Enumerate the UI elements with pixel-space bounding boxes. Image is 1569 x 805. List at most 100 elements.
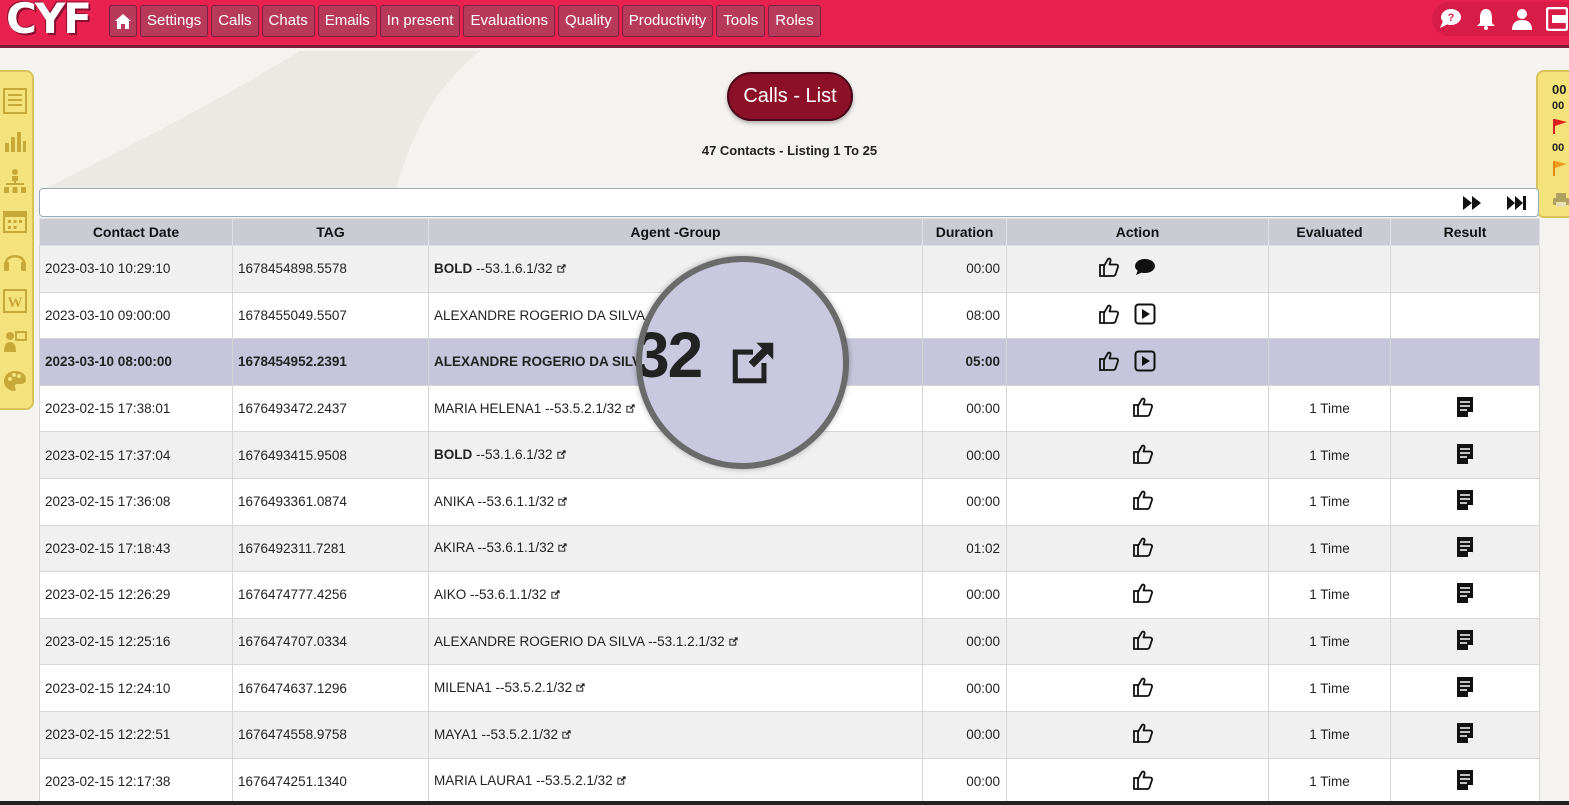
thumbs-up-icon[interactable] (1132, 630, 1154, 650)
cell-result (1390, 710, 1540, 759)
document-icon[interactable] (1456, 629, 1474, 654)
org-chart-icon[interactable] (2, 166, 28, 195)
thumbs-up-icon[interactable] (1132, 583, 1154, 604)
table-row[interactable]: 2023-02-15 17:18:43 1676492311.7281 AKIRA … (39, 524, 1540, 573)
cell-tag: 1676474558.9758 (232, 710, 429, 759)
thumbs-up-icon[interactable] (1098, 304, 1120, 325)
headset-icon[interactable] (2, 246, 28, 275)
table-row[interactable]: 2023-02-15 12:22:51 1676474558.9758 MAYA1 … (39, 710, 1540, 759)
cell-action (1006, 245, 1269, 293)
cell-result (1390, 291, 1540, 340)
red-flag-icon[interactable] (1552, 118, 1568, 134)
nav-evaluations[interactable]: Evaluations (463, 5, 556, 37)
agent-group: --53.5.2.1/32 (491, 680, 573, 696)
external-link-icon[interactable] (556, 262, 567, 277)
col-header-agent[interactable]: Agent -Group (428, 218, 923, 246)
cell-duration: 00:00 (922, 757, 1007, 805)
listing-info: 47 Contacts - Listing 1 To 25 (701, 143, 878, 158)
document-icon[interactable] (1456, 676, 1474, 701)
nav-quality[interactable]: Quality (558, 5, 619, 37)
nav-calls[interactable]: Calls (211, 5, 259, 37)
left-sidebar: W (0, 70, 34, 410)
thumbs-up-icon[interactable] (1132, 723, 1154, 744)
document-icon[interactable] (1456, 489, 1474, 514)
agent-group: --53.6.1.1/32 (473, 493, 555, 509)
cell-tag: 1676493415.9508 (232, 431, 429, 479)
nav-emails[interactable]: Emails (317, 5, 377, 37)
nav-chats[interactable]: Chats (261, 5, 315, 37)
list-icon[interactable] (2, 86, 28, 115)
nav-tools[interactable]: Tools (716, 5, 766, 37)
cell-action (1006, 291, 1269, 340)
thumbs-up-icon[interactable] (1132, 397, 1154, 417)
user-icon[interactable] (1510, 7, 1534, 31)
cell-action (1006, 431, 1269, 479)
external-link-icon[interactable] (561, 728, 572, 743)
table-row[interactable]: 2023-02-15 12:26:29 1676474777.4256 AIKO -… (39, 571, 1540, 619)
action-icons (1132, 630, 1154, 650)
orange-flag-icon[interactable] (1552, 160, 1568, 176)
cell-result (1390, 617, 1540, 666)
counter-main: 00 (1552, 82, 1567, 97)
logo[interactable]: CYF (6, 0, 92, 43)
play-icon[interactable] (1134, 350, 1156, 372)
col-header-date[interactable]: Contact Date (39, 218, 233, 246)
external-link-icon[interactable] (550, 588, 561, 603)
table-row[interactable]: 2023-02-15 12:24:10 1676474637.1296 MILENA… (39, 664, 1540, 712)
home-button[interactable] (109, 5, 137, 37)
bell-icon[interactable] (1474, 7, 1498, 31)
thumbs-up-icon[interactable] (1132, 537, 1154, 557)
teacher-icon[interactable] (2, 326, 28, 355)
cell-duration: 01:02 (922, 524, 1007, 573)
wiki-icon[interactable]: W (2, 286, 28, 315)
thumbs-up-icon[interactable] (1132, 770, 1154, 790)
thumbs-up-icon[interactable] (1098, 257, 1120, 278)
chat-bubble-icon[interactable] (1134, 258, 1156, 276)
skip-to-end-icon[interactable] (1506, 192, 1528, 214)
svg-text:?: ? (1448, 12, 1455, 24)
print-icon[interactable] (1552, 192, 1569, 208)
document-icon[interactable] (1456, 443, 1474, 468)
thumbs-up-icon[interactable] (1098, 351, 1120, 371)
thumbs-up-icon[interactable] (1132, 677, 1154, 697)
calendar-icon[interactable] (2, 206, 28, 235)
table-row[interactable]: 2023-02-15 12:25:16 1676474707.0334 ALEXAN… (39, 617, 1540, 666)
help-chat-icon[interactable]: ? (1438, 7, 1462, 31)
external-link-icon[interactable] (556, 448, 567, 463)
palette-icon[interactable] (2, 366, 28, 395)
nav-in-present[interactable]: In present (379, 5, 461, 37)
col-header-tag[interactable]: TAG (232, 218, 429, 246)
table-row[interactable]: 2023-02-15 17:36:08 1676493361.0874 ANIKA … (39, 477, 1540, 526)
external-link-icon[interactable] (557, 495, 568, 510)
cell-evaluated: 1 Time (1268, 384, 1391, 433)
external-link-icon[interactable] (625, 402, 636, 417)
agent-name: ANIKA (434, 493, 474, 509)
cell-result (1390, 664, 1540, 712)
external-link-icon[interactable] (575, 681, 586, 696)
document-icon[interactable] (1456, 582, 1474, 607)
nav-settings[interactable]: Settings (140, 5, 209, 37)
nav-productivity[interactable]: Productivity (621, 5, 714, 37)
col-header-duration[interactable]: Duration (922, 218, 1007, 246)
cell-tag: 1676474707.0334 (232, 617, 429, 666)
agent-name: ALEXANDRE ROGERIO DA SILVA (434, 354, 650, 370)
document-icon[interactable] (1456, 769, 1474, 794)
cell-date: 2023-02-15 17:37:04 (39, 431, 233, 479)
table-row[interactable]: 2023-02-15 12:17:38 1676474251.1340 MARIA … (39, 757, 1540, 805)
fast-forward-icon[interactable] (1461, 192, 1483, 214)
cell-agent: AKIRA --53.6.1.1/32 (428, 524, 923, 573)
agent-group: --53.6.1.1/32 (473, 540, 555, 556)
thumbs-up-icon[interactable] (1132, 444, 1154, 464)
thumbs-up-icon[interactable] (1132, 490, 1154, 511)
document-icon[interactable] (1456, 536, 1474, 561)
external-link-icon[interactable] (557, 541, 568, 556)
play-icon[interactable] (1134, 303, 1156, 325)
col-header-evaluated[interactable]: Evaluated (1268, 218, 1391, 246)
external-link-icon[interactable] (616, 774, 627, 789)
nav-roles[interactable]: Roles (768, 5, 821, 37)
document-icon[interactable] (1456, 722, 1474, 747)
document-icon[interactable] (1456, 396, 1474, 421)
external-link-icon[interactable] (728, 635, 739, 650)
agent-name: AKIRA (434, 540, 474, 556)
logout-icon[interactable] (1545, 7, 1569, 31)
